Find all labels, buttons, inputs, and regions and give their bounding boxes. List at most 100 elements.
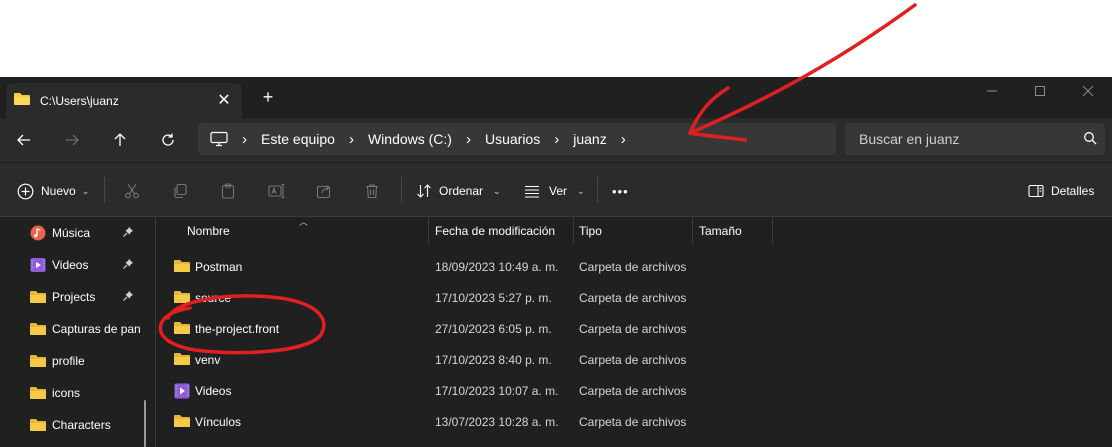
forward-button[interactable] bbox=[59, 127, 85, 153]
music-icon bbox=[30, 225, 46, 241]
cut-button[interactable] bbox=[124, 181, 140, 201]
search-icon bbox=[1083, 131, 1097, 148]
sidebar-item-musica[interactable]: Música bbox=[30, 222, 150, 244]
more-options-button[interactable]: ••• bbox=[612, 181, 629, 201]
chevron-down-icon: ⌄ bbox=[81, 185, 90, 196]
delete-button[interactable] bbox=[364, 181, 380, 201]
sidebar-item-profile[interactable]: profile bbox=[30, 350, 150, 372]
file-name: source bbox=[195, 291, 232, 305]
address-bar[interactable]: › Este equipo › Windows (C:) › Usuarios … bbox=[198, 123, 836, 155]
sidebar-item-label: Música bbox=[52, 226, 91, 240]
close-window-button[interactable] bbox=[1064, 77, 1112, 105]
refresh-icon bbox=[162, 133, 174, 146]
column-header-name[interactable]: Nombre bbox=[187, 217, 427, 244]
view-button-label: Ver bbox=[549, 184, 568, 198]
column-divider[interactable] bbox=[772, 217, 773, 244]
new-button[interactable]: Nuevo ⌄ bbox=[17, 181, 89, 201]
toolbar-divider bbox=[104, 177, 105, 203]
breadcrumb-separator: › bbox=[554, 130, 560, 148]
copy-button[interactable] bbox=[172, 181, 188, 201]
sidebar-item-capturas[interactable]: Capturas de pan bbox=[30, 318, 150, 340]
up-button[interactable] bbox=[107, 127, 133, 153]
folder-icon bbox=[30, 322, 46, 336]
breadcrumb-expand-chevron[interactable]: › bbox=[621, 131, 626, 148]
search-box[interactable]: Buscar en juanz bbox=[845, 123, 1105, 155]
sort-icon bbox=[417, 184, 431, 198]
file-modified: 13/07/2023 10:28 a. m. bbox=[435, 415, 559, 429]
sidebar-item-videos[interactable]: Videos bbox=[30, 254, 150, 276]
file-explorer-window: C:\Users\juanz ✕ + › Este equipo › Windo… bbox=[0, 77, 1112, 447]
folder-icon bbox=[30, 354, 46, 368]
computer-icon bbox=[210, 131, 228, 147]
breadcrumb-juanz[interactable]: juanz bbox=[573, 131, 606, 147]
toolbar-divider bbox=[597, 177, 598, 203]
file-list: ︿ Nombre Fecha de modificación Tipo Tama… bbox=[156, 217, 1112, 447]
file-name: venv bbox=[195, 353, 221, 367]
column-divider[interactable] bbox=[573, 217, 574, 244]
file-modified: 17/10/2023 5:27 p. m. bbox=[435, 291, 552, 305]
new-button-label: Nuevo bbox=[41, 184, 76, 198]
share-button[interactable] bbox=[316, 181, 332, 201]
paste-button[interactable] bbox=[220, 181, 236, 201]
file-row-vinculos[interactable]: Vínculos 13/07/2023 10:28 a. m. Carpeta … bbox=[156, 407, 1112, 437]
minimize-button[interactable] bbox=[968, 77, 1016, 105]
breadcrumb-separator: › bbox=[348, 130, 354, 148]
breadcrumb-este-equipo[interactable]: Este equipo bbox=[261, 131, 335, 147]
sidebar-item-icons[interactable]: icons bbox=[30, 382, 150, 404]
file-row-source[interactable]: source 17/10/2023 5:27 p. m. Carpeta de … bbox=[156, 283, 1112, 313]
sidebar-item-label: Projects bbox=[52, 290, 96, 304]
file-name: Videos bbox=[195, 384, 232, 398]
breadcrumb-usuarios[interactable]: Usuarios bbox=[485, 131, 540, 147]
file-row-the-project-front[interactable]: the-project.front 27/10/2023 6:05 p. m. … bbox=[156, 314, 1112, 344]
chevron-down-icon: ⌄ bbox=[577, 185, 585, 196]
breadcrumb-separator: › bbox=[465, 130, 471, 148]
video-icon bbox=[30, 257, 46, 273]
column-header-modified[interactable]: Fecha de modificación bbox=[435, 217, 573, 244]
arrow-right-icon bbox=[66, 134, 79, 146]
navigation-pane: Música Videos Projects Capturas de pan p… bbox=[0, 217, 148, 447]
close-tab-icon[interactable]: ✕ bbox=[216, 92, 232, 109]
file-row-postman[interactable]: Postman 18/09/2023 10:49 a. m. Carpeta d… bbox=[156, 252, 1112, 282]
column-divider[interactable] bbox=[692, 217, 693, 244]
tab-current-folder[interactable]: C:\Users\juanz ✕ bbox=[6, 83, 242, 118]
folder-icon bbox=[30, 386, 46, 400]
file-modified: 17/10/2023 8:40 p. m. bbox=[435, 353, 552, 367]
column-header-type[interactable]: Tipo bbox=[579, 217, 691, 244]
sort-button[interactable]: Ordenar ⌄ bbox=[416, 181, 501, 201]
sort-button-label: Ordenar bbox=[439, 184, 484, 198]
file-modified: 27/10/2023 6:05 p. m. bbox=[435, 322, 552, 336]
toolbar-divider bbox=[401, 177, 402, 203]
sidebar-item-characters[interactable]: Characters bbox=[30, 414, 150, 436]
breadcrumb-windows-c[interactable]: Windows (C:) bbox=[368, 131, 452, 147]
sidebar-scrollbar[interactable] bbox=[144, 400, 146, 447]
file-row-venv[interactable]: venv 17/10/2023 8:40 p. m. Carpeta de ar… bbox=[156, 345, 1112, 375]
search-input[interactable]: Buscar en juanz bbox=[859, 131, 959, 147]
file-name: Postman bbox=[195, 260, 243, 274]
file-row-videos[interactable]: Videos 17/10/2023 10:07 a. m. Carpeta de… bbox=[156, 376, 1112, 406]
rename-button[interactable] bbox=[268, 181, 286, 201]
details-pane-button[interactable]: Detalles bbox=[1028, 181, 1094, 201]
plus-circle-icon bbox=[17, 183, 34, 199]
file-type: Carpeta de archivos bbox=[579, 415, 687, 429]
file-type: Carpeta de archivos bbox=[579, 260, 687, 274]
column-header-size[interactable]: Tamaño bbox=[699, 217, 769, 244]
file-name: the-project.front bbox=[195, 322, 280, 336]
pin-icon bbox=[122, 258, 134, 273]
refresh-button[interactable] bbox=[155, 127, 181, 153]
folder-icon bbox=[174, 414, 190, 431]
column-divider[interactable] bbox=[428, 217, 429, 244]
clipboard-icon bbox=[221, 183, 235, 199]
folder-icon bbox=[30, 290, 46, 304]
folder-icon bbox=[174, 290, 190, 307]
maximize-button[interactable] bbox=[1016, 77, 1064, 105]
new-tab-button[interactable]: + bbox=[259, 88, 277, 106]
file-type: Carpeta de archivos bbox=[579, 322, 687, 336]
arrow-up-icon bbox=[114, 133, 126, 146]
sidebar-item-label: Videos bbox=[52, 258, 89, 272]
sidebar-item-projects[interactable]: Projects bbox=[30, 286, 150, 308]
sidebar-item-label: icons bbox=[52, 386, 81, 400]
view-button[interactable]: Ver ⌄ bbox=[524, 181, 585, 201]
sidebar-item-label: profile bbox=[52, 354, 85, 368]
video-folder-icon bbox=[174, 383, 190, 402]
back-button[interactable] bbox=[11, 127, 37, 153]
